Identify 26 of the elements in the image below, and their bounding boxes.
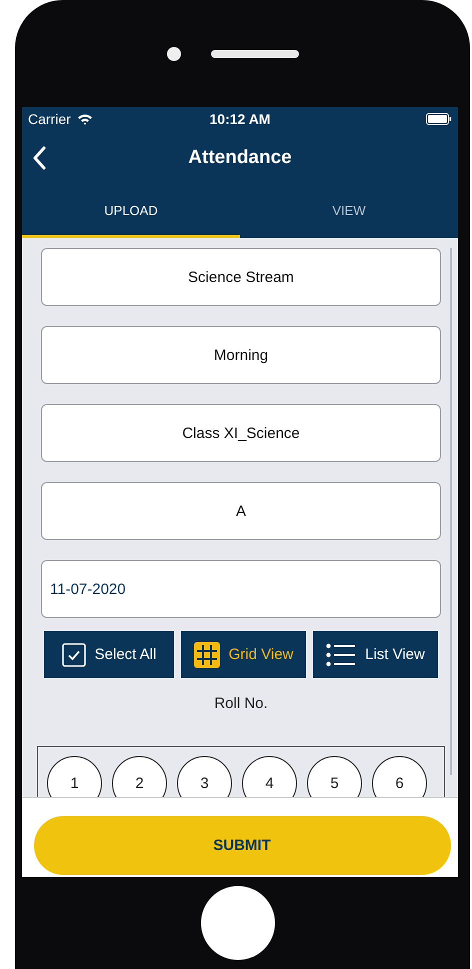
grid-icon	[194, 642, 220, 668]
list-icon	[326, 642, 356, 666]
submit-button[interactable]: SUBMIT	[34, 816, 450, 875]
roll-number-chip[interactable]: 4	[242, 756, 297, 797]
tab[interactable]: VIEW	[240, 185, 458, 238]
roll-number-label: Roll No.	[213, 695, 269, 712]
select-all-button[interactable]: Select All	[44, 631, 174, 678]
dropdown-field[interactable]: Morning	[41, 326, 441, 384]
roll-number-chip[interactable]: 3	[177, 756, 232, 797]
roll-number-chip[interactable]: 6	[372, 756, 427, 797]
dropdown-field[interactable]: Science Stream	[41, 248, 441, 306]
dropdown-field[interactable]: Class XI_Science	[41, 404, 441, 462]
battery-icon	[426, 112, 452, 124]
list-view-button[interactable]: List View	[313, 631, 438, 678]
status-time: 10:12 AM	[210, 110, 270, 126]
back-icon[interactable]	[32, 146, 46, 170]
wifi-icon	[76, 112, 93, 124]
roll-number-chip[interactable]: 5	[307, 756, 362, 797]
roll-number-chip[interactable]: 2	[112, 756, 167, 797]
camera-dot	[166, 46, 180, 60]
carrier-label: Carrier	[28, 110, 71, 126]
date-field[interactable]: 11-07-2020	[41, 560, 441, 618]
grid-view-button[interactable]: Grid View	[181, 631, 306, 678]
roll-number-chip[interactable]: 1	[47, 756, 102, 797]
screen-title: Attendance	[188, 146, 292, 168]
dropdown-field[interactable]: A	[41, 482, 441, 540]
